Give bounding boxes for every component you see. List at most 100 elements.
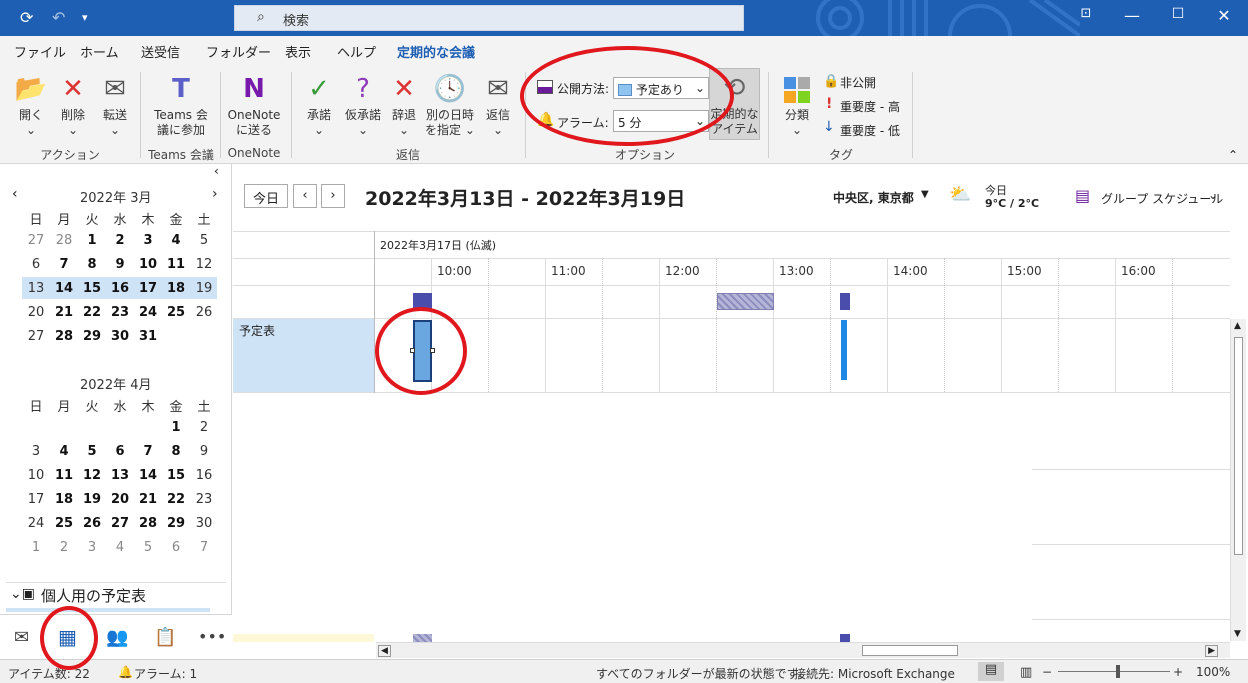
maximize-button[interactable]: ☐ <box>1158 6 1198 22</box>
calendar-day[interactable]: 9 <box>190 444 218 459</box>
expand-chevron-icon[interactable]: ⌄▣ <box>10 586 35 602</box>
menu-folder[interactable]: フォルダー <box>206 42 271 61</box>
forward-button[interactable]: ✉ 転送 ⌄ <box>96 72 134 138</box>
calendar-day[interactable]: 19 <box>190 281 218 296</box>
calendar-day[interactable]: 23 <box>106 305 134 320</box>
calendar-day[interactable]: 26 <box>190 305 218 320</box>
categorize-button[interactable]: 分類 ⌄ <box>778 72 816 138</box>
calendar-day[interactable]: 5 <box>134 540 162 555</box>
high-importance-button[interactable]: 重要度 - 高 <box>840 98 900 115</box>
calendar-day[interactable]: 25 <box>162 305 190 320</box>
menu-home[interactable]: ホーム <box>80 42 119 61</box>
calendar-day[interactable]: 30 <box>106 329 134 344</box>
delete-button[interactable]: ✕ 削除 ⌄ <box>54 72 92 138</box>
appointment-bar[interactable] <box>841 320 847 380</box>
calendar-day[interactable]: 5 <box>190 233 218 248</box>
scroll-thumb[interactable] <box>1234 337 1243 555</box>
calendar-day[interactable]: 13 <box>106 468 134 483</box>
calendar-day[interactable]: 14 <box>134 468 162 483</box>
open-button[interactable]: 📂 開く ⌄ <box>12 72 50 138</box>
scroll-down-icon[interactable]: ▼ <box>1234 629 1241 639</box>
calendar-day[interactable]: 7 <box>134 444 162 459</box>
calendar-day[interactable]: 9 <box>106 257 134 272</box>
calendar-day[interactable]: 8 <box>78 257 106 272</box>
minimize-button[interactable]: — <box>1112 6 1152 25</box>
sync-icon[interactable]: ⟳ <box>20 8 33 27</box>
menu-send-receive[interactable]: 送受信 <box>141 42 180 61</box>
calendar-day[interactable]: 17 <box>134 281 162 296</box>
calendar-day[interactable]: 10 <box>134 257 162 272</box>
zoom-slider[interactable] <box>1058 671 1170 672</box>
calendar-day[interactable]: 15 <box>78 281 106 296</box>
tasks-icon[interactable]: 📋 <box>154 627 176 648</box>
calendar-day[interactable]: 1 <box>78 233 106 248</box>
calendar-day[interactable]: 28 <box>50 233 78 248</box>
calendar-day[interactable]: 21 <box>50 305 78 320</box>
calendar-day[interactable]: 28 <box>50 329 78 344</box>
calendar-day[interactable]: 23 <box>190 492 218 507</box>
calendar-day[interactable]: 12 <box>78 468 106 483</box>
calendar-day[interactable]: 22 <box>78 305 106 320</box>
scroll-right-icon[interactable]: ▶ <box>1205 645 1218 657</box>
calendar-day[interactable]: 27 <box>22 233 50 248</box>
location-label[interactable]: 中央区, 東京都 <box>833 189 914 206</box>
next-range-button[interactable]: › <box>321 184 345 208</box>
calendar-day[interactable]: 29 <box>162 516 190 531</box>
calendar-day[interactable]: 16 <box>106 281 134 296</box>
collapse-pane-icon[interactable]: ‹ <box>214 164 219 178</box>
close-button[interactable]: ✕ <box>1204 6 1244 25</box>
scroll-left-icon[interactable]: ◀ <box>378 645 391 657</box>
calendar-day[interactable]: 20 <box>22 305 50 320</box>
calendar-day[interactable]: 26 <box>78 516 106 531</box>
calendar-day[interactable]: 31 <box>134 329 162 344</box>
calendar-day[interactable]: 11 <box>50 468 78 483</box>
calendar-day[interactable]: 3 <box>22 444 50 459</box>
tentative-block[interactable] <box>717 293 774 310</box>
zoom-out-icon[interactable]: − <box>1042 665 1052 679</box>
menu-file[interactable]: ファイル <box>14 42 66 61</box>
busy-block[interactable] <box>840 634 850 642</box>
prev-month-icon[interactable]: ‹ <box>12 186 18 202</box>
calendar-day[interactable]: 27 <box>22 329 50 344</box>
accept-button[interactable]: ✓ 承諾 ⌄ <box>300 72 338 138</box>
calendar-day[interactable]: 11 <box>162 257 190 272</box>
tentative-block[interactable] <box>413 634 432 642</box>
calendar-day[interactable]: 7 <box>190 540 218 555</box>
calendar-day[interactable]: 3 <box>78 540 106 555</box>
calendar-day[interactable]: 12 <box>190 257 218 272</box>
zoom-slider-thumb[interactable] <box>1116 665 1120 678</box>
search-box[interactable]: ⌕ 検索 <box>234 5 744 31</box>
low-importance-button[interactable]: 重要度 - 低 <box>840 122 900 139</box>
horizontal-scrollbar[interactable]: ◀ ▶ <box>376 642 1230 658</box>
menu-view[interactable]: 表示 <box>285 42 311 61</box>
calendar-day[interactable]: 17 <box>22 492 50 507</box>
normal-view-icon[interactable]: ▤ <box>978 662 1004 681</box>
calendar-day[interactable]: 24 <box>134 305 162 320</box>
ribbon-display-icon[interactable]: ⊡ <box>1066 6 1106 21</box>
collapse-ribbon-icon[interactable]: ⌃ <box>1228 148 1238 162</box>
calendar-day[interactable]: 3 <box>134 233 162 248</box>
more-icon[interactable]: ••• <box>198 627 226 646</box>
calendar-day[interactable]: 27 <box>106 516 134 531</box>
reply-button[interactable]: ✉ 返信 ⌄ <box>478 72 518 138</box>
calendar-day[interactable]: 5 <box>78 444 106 459</box>
calendar-day[interactable]: 19 <box>78 492 106 507</box>
calendar-day[interactable]: 2 <box>190 420 218 435</box>
calendar-day[interactable]: 4 <box>106 540 134 555</box>
calendar-day[interactable]: 1 <box>162 420 190 435</box>
scroll-up-icon[interactable]: ▲ <box>1234 321 1241 331</box>
calendar-day[interactable]: 1 <box>22 540 50 555</box>
calendar-day[interactable]: 22 <box>162 492 190 507</box>
calendar-day[interactable]: 7 <box>50 257 78 272</box>
calendar-day[interactable]: 25 <box>50 516 78 531</box>
calendar-day[interactable]: 21 <box>134 492 162 507</box>
calendar-day[interactable]: 13 <box>22 281 50 296</box>
calendar-day[interactable]: 6 <box>162 540 190 555</box>
busy-block[interactable] <box>840 293 850 310</box>
calendar-day[interactable]: 15 <box>162 468 190 483</box>
folder-section-title[interactable]: 個人用の予定表 <box>41 585 146 606</box>
calendar-day[interactable]: 18 <box>162 281 190 296</box>
propose-new-time-button[interactable]: 🕓 別の日時 を指定 ⌄ <box>424 72 476 138</box>
people-icon[interactable]: 👥 <box>106 627 128 648</box>
calendar-day[interactable]: 18 <box>50 492 78 507</box>
